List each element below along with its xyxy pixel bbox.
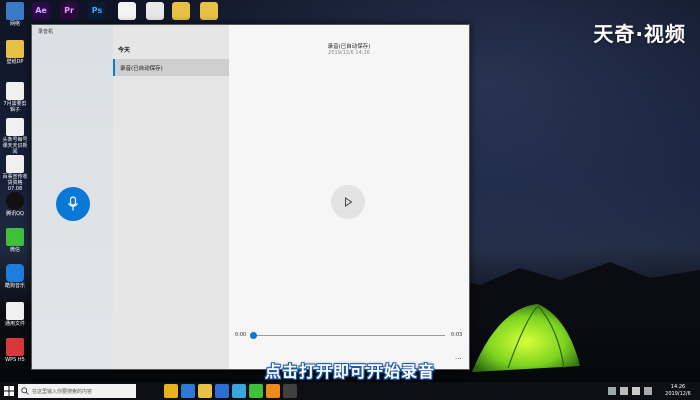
desktop-icon-caption: 头条号每号课天天识新闻 <box>2 137 28 155</box>
windows-start-icon[interactable] <box>4 386 14 396</box>
desktop-icon-document[interactable]: 7月需要剪辑子 <box>1 82 29 113</box>
left-rail <box>32 25 113 369</box>
desktop-icon-document[interactable]: 通用文件 <box>1 302 29 327</box>
list-heading-today: 今天 <box>118 47 131 54</box>
taskbar-search[interactable]: 在这里输入你要搜索的内容 <box>18 384 136 398</box>
recording-list-item-label: 录音(已自动保存) <box>120 66 163 72</box>
wechat-icon <box>6 228 24 246</box>
network-icon <box>6 2 24 20</box>
taskbar-clock[interactable]: 14:26 2019/12/6 <box>660 384 696 398</box>
document-icon[interactable] <box>118 2 136 20</box>
app-icon[interactable] <box>215 384 229 398</box>
folder-icon[interactable] <box>172 2 190 20</box>
watermark-logo: 天奇·视频 <box>593 22 686 46</box>
desktop-icon-caption: 酷狗音乐 <box>4 283 25 289</box>
desktop-icon-column: 网络 壁纸DP 7月需要剪辑子 头条号每号课天天识新闻 百事宣传收货资格07.0… <box>0 0 30 382</box>
desktop-icon-kugou[interactable]: 酷狗音乐 <box>1 264 29 289</box>
record-button[interactable] <box>56 187 90 221</box>
recordings-list: 今天 录音(已自动保存) <box>113 25 229 369</box>
recorder-icon[interactable] <box>283 384 297 398</box>
taskbar: 在这里输入你要搜索的内容 14:26 2019/12/6 <box>0 382 700 400</box>
wechat-icon[interactable] <box>249 384 263 398</box>
document-icon <box>6 155 24 173</box>
desktop-icon-document[interactable]: 百事宣传收货资格07.08 <box>1 155 29 192</box>
desktop-icon-document[interactable]: 头条号每号课天天识新闻 <box>1 118 29 155</box>
voice-recorder-window: 录音机 — ☐ ✕ 今天 录音(已自动保存) 录音(已自动保存) 2019/12… <box>31 24 470 370</box>
recording-timestamp: 2019/12/6 14:26 <box>328 50 370 56</box>
document-icon <box>6 118 24 136</box>
after-effects-icon[interactable]: Ae <box>32 2 50 20</box>
desktop-icon-caption: 壁纸DP <box>6 59 24 65</box>
clock-date: 2019/12/6 <box>665 391 691 397</box>
wps-icon <box>6 338 24 356</box>
network-tray-icon[interactable] <box>608 387 616 395</box>
browser-icon[interactable] <box>181 384 195 398</box>
folder-icon <box>6 40 24 58</box>
document-icon[interactable] <box>146 2 164 20</box>
desktop-icon-caption: 腾讯QQ <box>6 211 24 217</box>
video-subtitle: 点击打开即可开始录音 <box>264 362 435 381</box>
notification-icon[interactable] <box>644 387 652 395</box>
desktop-icon-caption: 微信 <box>9 247 20 253</box>
desktop-icon-caption: 网络 <box>9 21 20 27</box>
desktop-icon-caption: 百事宣传收货资格07.08 <box>2 174 28 192</box>
ime-icon[interactable] <box>632 387 640 395</box>
recording-title: 录音(已自动保存) <box>327 44 371 50</box>
photoshop-icon[interactable]: Ps <box>88 2 106 20</box>
seek-thumb[interactable] <box>250 332 257 339</box>
volume-icon[interactable] <box>620 387 628 395</box>
microphone-icon <box>68 196 78 211</box>
premiere-icon[interactable]: Pr <box>60 2 78 20</box>
desktop-icon-caption: 7月需要剪辑子 <box>3 101 27 113</box>
kugou-icon <box>6 264 24 282</box>
recording-list-item[interactable]: 录音(已自动保存) <box>113 59 229 76</box>
desktop-icon-qq[interactable]: 腾讯QQ <box>1 192 29 217</box>
clock-time: 14:26 <box>670 384 686 390</box>
desktop-icon-folder[interactable]: 壁纸DP <box>1 40 29 65</box>
folder-icon[interactable] <box>200 2 218 20</box>
search-placeholder: 在这里输入你要搜索的内容 <box>32 389 93 395</box>
recording-detail: 录音(已自动保存) 2019/12/6 14:26 0:00 0:03 ··· <box>229 25 469 369</box>
folder-icon[interactable] <box>198 384 212 398</box>
elapsed-time: 0:00 <box>235 332 247 338</box>
play-icon <box>345 197 353 207</box>
document-icon <box>6 302 24 320</box>
document-icon <box>6 82 24 100</box>
desktop-icon-wechat[interactable]: 微信 <box>1 228 29 253</box>
qq-icon <box>6 192 24 210</box>
total-duration: 0:03 <box>451 332 463 338</box>
desktop-icon-network[interactable]: 网络 <box>1 2 29 27</box>
qq-browser-icon[interactable] <box>232 384 246 398</box>
search-icon <box>21 387 29 395</box>
window-title: 录音机 <box>38 29 54 35</box>
chrome-icon[interactable] <box>164 384 178 398</box>
play-button[interactable] <box>331 185 365 219</box>
app2-icon[interactable] <box>266 384 280 398</box>
seek-bar[interactable] <box>250 332 445 339</box>
desktop-icon-caption: 通用文件 <box>4 321 25 327</box>
